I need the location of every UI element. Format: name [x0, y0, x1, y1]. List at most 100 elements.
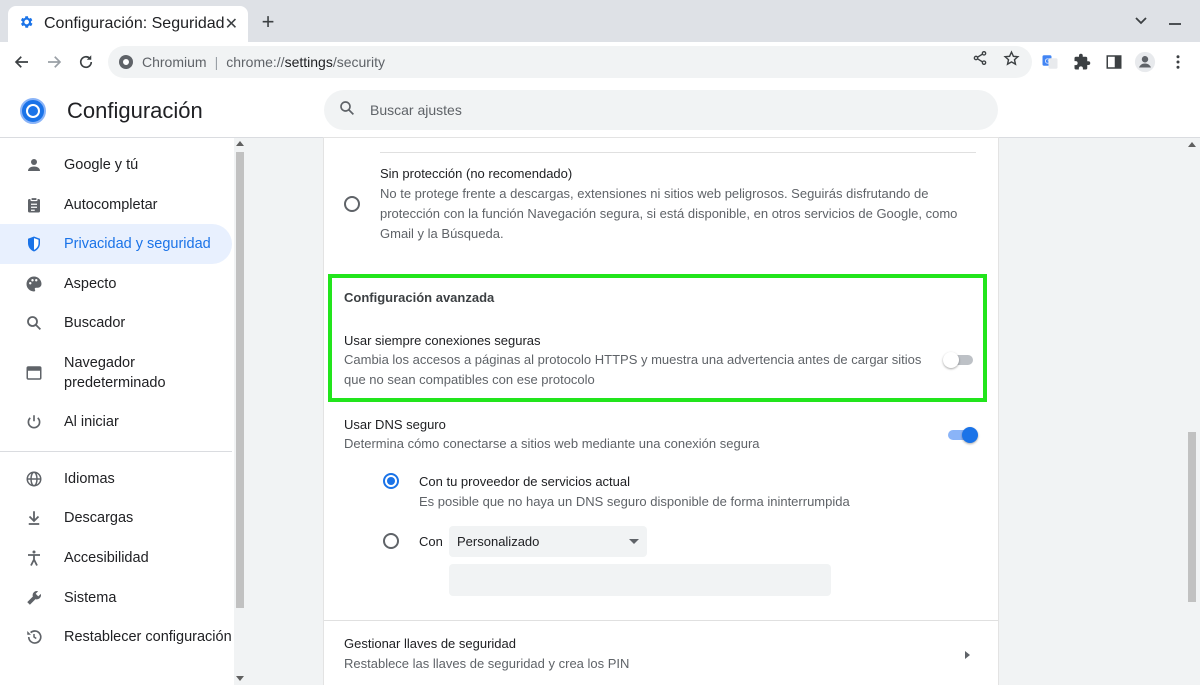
no-protection-desc-line2: protección con la función Navegación seg…: [380, 206, 958, 221]
url-separator: |: [214, 54, 219, 70]
sidebar-scroll-thumb[interactable]: [236, 152, 244, 608]
browser-toolbar: Chromium | chrome:// settings /security …: [0, 42, 1200, 82]
sidebar-item-languages[interactable]: Idiomas: [0, 459, 232, 499]
dns-custom-radio[interactable]: [383, 533, 399, 549]
wrench-icon: [24, 588, 44, 608]
chromium-site-icon: [118, 54, 134, 70]
extensions-puzzle-icon[interactable]: [1070, 50, 1094, 74]
dns-current-provider-radio[interactable]: [383, 473, 399, 489]
dns-current-provider-desc: Es posible que no haya un DNS seguro dis…: [419, 494, 850, 509]
settings-search[interactable]: [324, 90, 998, 130]
palette-icon: [24, 274, 44, 294]
main-scroll-thumb[interactable]: [1188, 432, 1196, 602]
share-icon[interactable]: [968, 46, 992, 70]
site-name: Chromium: [142, 54, 207, 70]
no-protection-desc-line1: No te protege frente a descargas, extens…: [380, 186, 929, 201]
accessibility-icon: [24, 548, 44, 568]
tab-strip: Configuración: Seguridad ✕ +: [0, 0, 1200, 42]
sidebar-item-label: Aspecto: [64, 276, 117, 292]
sidebar-item-system[interactable]: Sistema: [0, 578, 232, 618]
chevron-right-icon[interactable]: [962, 648, 972, 666]
sidebar-item-label: Buscador: [64, 315, 126, 331]
search-icon: [338, 99, 356, 122]
sidebar-item-label: Accesibilidad: [64, 550, 149, 566]
sidebar-item-google[interactable]: Google y tú: [0, 145, 232, 185]
tab-title: Configuración: Seguridad: [44, 15, 225, 32]
back-arrow-icon[interactable]: [10, 50, 34, 74]
sidebar-item-label: Al iniciar: [64, 414, 119, 430]
sidebar-item-appearance[interactable]: Aspecto: [0, 264, 232, 304]
url-scheme: chrome://: [226, 54, 285, 70]
globe-icon: [24, 469, 44, 489]
sidebar-item-label: Descargas: [64, 510, 134, 526]
sidebar-item-label: Sistema: [64, 590, 117, 606]
clipboard-icon: [24, 195, 44, 215]
reload-icon[interactable]: [74, 50, 98, 74]
no-protection-desc-line3: Gmail y la Búsqueda.: [380, 226, 504, 241]
dns-custom-label: Con: [419, 534, 443, 549]
forward-arrow-icon[interactable]: [42, 50, 66, 74]
minimize-window-icon[interactable]: [1168, 13, 1182, 32]
settings-gear-icon: [18, 14, 34, 35]
profile-avatar-icon[interactable]: [1133, 50, 1157, 74]
sidebar-item-label: Restablecer configuración: [64, 629, 232, 645]
download-icon: [24, 508, 44, 528]
sidebar-item-label: Autocompletar: [64, 197, 158, 213]
search-input[interactable]: [370, 102, 930, 118]
secure-dns-toggle[interactable]: [946, 427, 978, 443]
highlight-box: [328, 274, 987, 402]
url-host: settings: [284, 54, 333, 70]
no-protection-title: Sin protección (no recomendado): [380, 166, 573, 181]
settings-header: Configuración: [0, 82, 1200, 138]
translate-icon[interactable]: G: [1038, 50, 1062, 74]
card-divider: [380, 152, 976, 153]
security-keys-title[interactable]: Gestionar llaves de seguridad: [344, 634, 516, 654]
chromium-logo-icon: [20, 98, 46, 124]
sidebar-item-label: Google y tú: [64, 157, 139, 173]
toggle-knob: [962, 427, 978, 443]
scroll-up-arrow-icon[interactable]: [1188, 142, 1196, 147]
sidebar-item-on-startup[interactable]: Al iniciar: [0, 402, 232, 442]
scroll-up-arrow-icon[interactable]: [236, 141, 244, 146]
page-title: Configuración: [67, 98, 203, 123]
sidebar-item-downloads[interactable]: Descargas: [0, 498, 232, 538]
svg-text:G: G: [1045, 58, 1050, 66]
more-menu-icon[interactable]: [1166, 50, 1190, 74]
sidebar-divider: [0, 451, 232, 452]
main-scrollbar[interactable]: [1184, 138, 1200, 685]
url-path: /security: [332, 54, 385, 70]
bookmark-star-icon[interactable]: [999, 46, 1023, 70]
sidebar-item-accessibility[interactable]: Accesibilidad: [0, 538, 232, 578]
dns-provider-selected-value: Personalizado: [457, 534, 540, 549]
search-icon: [24, 313, 44, 333]
row-divider: [324, 620, 998, 621]
sidebar-item-label: Idiomas: [64, 471, 115, 487]
person-icon: [24, 155, 44, 175]
browser-window-icon: [24, 363, 44, 383]
sidebar-item-label: Navegador predeterminado: [64, 355, 166, 391]
sidebar-item-privacy[interactable]: Privacidad y seguridad: [0, 224, 232, 264]
address-bar[interactable]: Chromium | chrome:// settings /security: [108, 46, 1032, 78]
dns-custom-provider-input[interactable]: [449, 564, 831, 596]
sidebar-item-reset[interactable]: Restablecer configuración: [0, 617, 232, 657]
no-protection-radio[interactable]: [344, 196, 360, 212]
restore-icon: [24, 627, 44, 647]
shield-icon: [24, 234, 44, 254]
tab-close-icon[interactable]: ✕: [225, 14, 238, 34]
sidebar-item-search-engine[interactable]: Buscador: [0, 303, 232, 343]
tab-search-chevron-icon[interactable]: [1134, 13, 1148, 32]
dns-current-provider-title: Con tu proveedor de servicios actual: [419, 474, 631, 489]
dropdown-caret-icon: [629, 539, 639, 544]
new-tab-button[interactable]: +: [256, 11, 280, 35]
tab-settings-security[interactable]: Configuración: Seguridad ✕: [8, 6, 248, 42]
secure-dns-title: Usar DNS seguro: [344, 417, 446, 432]
settings-sidebar: Google y tú Autocompletar Privacidad y s…: [0, 138, 234, 685]
dns-provider-select[interactable]: Personalizado: [449, 526, 647, 557]
security-keys-desc: Restablece las llaves de seguridad y cre…: [344, 656, 630, 671]
sidebar-item-default-browser[interactable]: Navegador predeterminado: [0, 345, 232, 401]
sidebar-scrollbar[interactable]: [234, 138, 246, 685]
scroll-down-arrow-icon[interactable]: [236, 676, 244, 681]
sidebar-item-autofill[interactable]: Autocompletar: [0, 185, 232, 225]
side-panel-icon[interactable]: [1102, 50, 1126, 74]
sidebar-item-label: Privacidad y seguridad: [64, 236, 211, 252]
